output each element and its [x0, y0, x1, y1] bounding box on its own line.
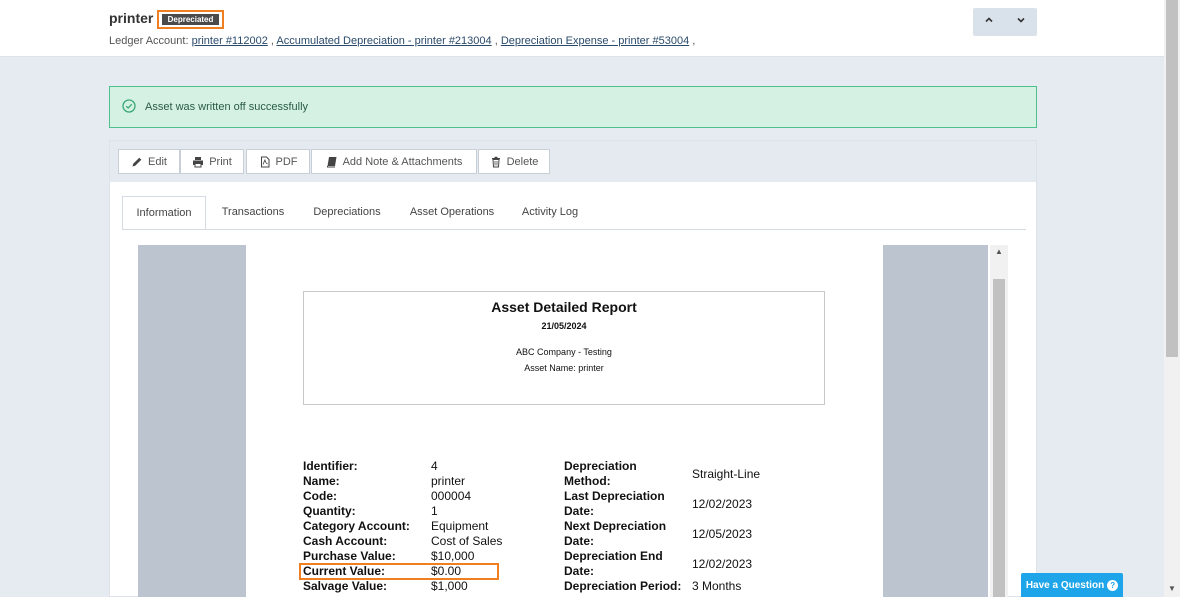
page-scrollbar[interactable]: ▼: [1164, 0, 1180, 597]
tab-transactions[interactable]: Transactions: [208, 196, 298, 230]
asset-panel: Edit Print PDF Add Note & Attachments De…: [109, 140, 1037, 597]
category-account-value: Equipment: [431, 519, 489, 533]
pdf-file-icon: [260, 156, 269, 167]
edit-button[interactable]: Edit: [118, 149, 180, 174]
viewer-margin-left: [138, 245, 246, 597]
add-note-attachments-button[interactable]: Add Note & Attachments: [311, 149, 477, 174]
last-depreciation-label: Last Depreciation: [564, 489, 665, 503]
viewer-scroll-thumb[interactable]: [993, 279, 1005, 597]
page-scroll-thumb[interactable]: [1166, 0, 1178, 357]
quantity-value: 1: [431, 504, 438, 518]
next-depreciation-label-2: Date:: [564, 534, 595, 548]
success-alert: Asset was written off successfully: [109, 86, 1037, 128]
asset-header: printer Depreciated Ledger Account: prin…: [0, 0, 1164, 57]
report-company: ABC Company - Testing: [516, 347, 612, 357]
cash-account-value: Cost of Sales: [431, 534, 503, 548]
viewer-margin-right: [883, 245, 988, 597]
tab-divider: [122, 229, 1026, 230]
category-account-label: Category Account:: [303, 519, 410, 533]
status-badge-highlight: Depreciated: [157, 10, 224, 29]
status-badge: Depreciated: [162, 14, 219, 25]
delete-button[interactable]: Delete: [478, 149, 550, 174]
depreciation-end-value: 12/02/2023: [692, 557, 753, 571]
current-value-highlight: [299, 563, 499, 580]
asset-title: printer: [109, 10, 154, 26]
purchase-value-value: $10,000: [431, 549, 475, 563]
depreciation-period-value: 3 Months: [692, 579, 742, 593]
scroll-up-arrow-icon[interactable]: ▲: [990, 247, 1008, 256]
next-depreciation-label: Next Depreciation: [564, 519, 667, 533]
tab-activity-log[interactable]: Activity Log: [510, 196, 590, 230]
purchase-value-label: Purchase Value:: [303, 549, 396, 563]
record-nav: [973, 8, 1037, 36]
tab-information[interactable]: Information: [122, 196, 206, 230]
action-toolbar: Edit Print PDF Add Note & Attachments De…: [110, 141, 1036, 182]
ledger-link-asset[interactable]: printer #112002: [192, 35, 268, 47]
salvage-value-label: Salvage Value:: [303, 579, 388, 593]
scroll-down-arrow-icon[interactable]: ▼: [1164, 584, 1180, 593]
cash-account-label: Cash Account:: [303, 534, 388, 548]
code-label: Code:: [303, 489, 337, 503]
report-title: Asset Detailed Report: [491, 299, 637, 315]
name-label: Name:: [303, 474, 340, 488]
report-header-box: Asset Detailed Report 21/05/2024 ABC Com…: [303, 291, 825, 405]
tab-asset-operations[interactable]: Asset Operations: [396, 196, 508, 230]
alert-message: Asset was written off successfully: [145, 101, 309, 113]
name-value: printer: [431, 474, 466, 488]
ledger-link-expense[interactable]: Depreciation Expense - printer #53004: [501, 35, 689, 47]
trash-icon: [491, 156, 500, 167]
report-date: 21/05/2024: [541, 321, 587, 331]
depreciation-end-label-2: Date:: [564, 564, 595, 578]
question-icon: ?: [1107, 579, 1119, 591]
viewer-scrollbar[interactable]: ▲: [990, 245, 1008, 597]
report-viewer: ▲ Asset Detailed Report 21/05/2024 ABC C…: [138, 245, 1008, 597]
report-asset-name: Asset Name: printer: [524, 363, 604, 373]
last-depreciation-label-2: Date:: [564, 504, 595, 518]
tab-depreciations[interactable]: Depreciations: [300, 196, 394, 230]
chevron-up-icon: [985, 17, 993, 23]
ledger-label: Ledger Account:: [109, 35, 189, 47]
depreciation-method-value: Straight-Line: [692, 467, 761, 481]
depreciation-method-label-2: Method:: [564, 474, 611, 488]
salvage-value-value: $1,000: [431, 579, 468, 593]
last-depreciation-value: 12/02/2023: [692, 497, 753, 511]
ledger-link-accumulated[interactable]: Accumulated Depreciation - printer #2130…: [276, 35, 491, 47]
quantity-label: Quantity:: [303, 504, 356, 518]
previous-record-button[interactable]: [973, 8, 1005, 36]
ledger-accounts: Ledger Account: printer #112002 , Accumu…: [109, 35, 696, 47]
depreciation-method-label: Depreciation: [564, 459, 637, 473]
help-label: Have a Question: [1025, 579, 1105, 591]
book-icon: [326, 156, 337, 167]
depreciation-end-label: Depreciation End: [564, 549, 663, 563]
code-value: 000004: [431, 489, 472, 503]
print-button[interactable]: Print: [180, 149, 244, 174]
pencil-icon: [132, 157, 142, 166]
identifier-label: Identifier:: [303, 459, 358, 473]
next-depreciation-value: 12/05/2023: [692, 527, 753, 541]
pdf-button[interactable]: PDF: [246, 149, 310, 174]
identifier-value: 4: [431, 459, 438, 473]
check-circle-icon: [122, 99, 136, 113]
next-record-button[interactable]: [1005, 8, 1037, 36]
printer-icon: [193, 156, 204, 167]
depreciation-period-label: Depreciation Period:: [564, 579, 682, 593]
have-a-question-button[interactable]: Have a Question ?: [1021, 573, 1123, 597]
chevron-down-icon: [1017, 17, 1025, 23]
